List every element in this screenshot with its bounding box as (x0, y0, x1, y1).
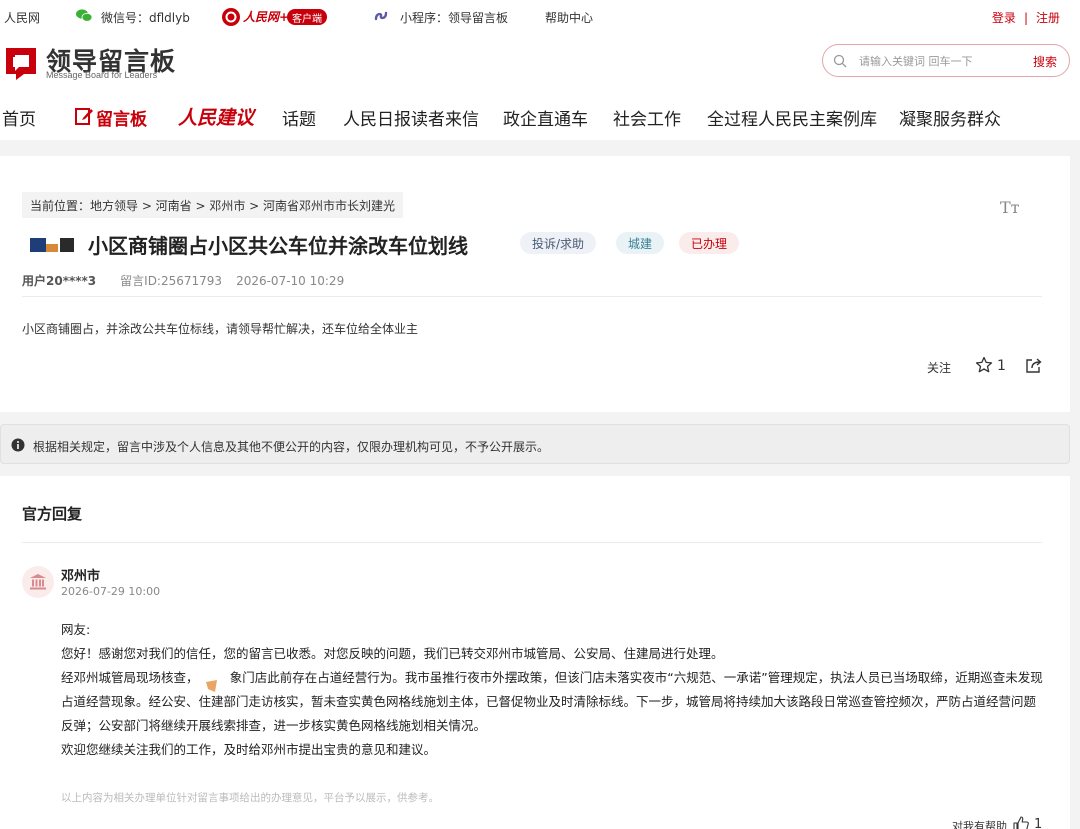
reply-paragraph: 欢迎您继续关注我们的工作，及时给邓州市提出宝贵的意见和建议。 (61, 742, 437, 757)
nav-message-board[interactable]: 留言板 (96, 105, 147, 130)
tag-category: 投诉/求助 (520, 232, 597, 254)
divider (22, 542, 1042, 543)
search-box: 搜索 (822, 44, 1070, 77)
top-bar: 人民网 微信号：dfldlyb 人民网+ 客户端 小程序：领导留言板 帮助中心 … (0, 0, 1080, 32)
miniprogram-icon (374, 11, 388, 21)
search-input[interactable] (859, 52, 1019, 70)
font-size-icon[interactable]: Tт (1000, 198, 1020, 217)
miniprogram-label: 小程序：领导留言板 (400, 11, 509, 25)
info-icon (11, 438, 25, 452)
register-link[interactable]: 注册 (1036, 9, 1060, 26)
divider (22, 296, 1042, 297)
nav-topics[interactable]: 话题 (282, 105, 316, 130)
nav-people-suggestion[interactable]: 人民建议 (178, 103, 254, 130)
thumbs-up-icon[interactable] (1013, 816, 1029, 829)
breadcrumb: 当前位置：地方领导 > 河南省 > 邓州市 > 河南省邓州市市长刘建光 (22, 192, 404, 218)
search-button[interactable]: 搜索 (1033, 53, 1057, 70)
redacted-image (30, 236, 84, 252)
message-datetime: 2026-07-10 10:29 (236, 274, 345, 288)
nav-social-work[interactable]: 社会工作 (613, 105, 681, 130)
message-id: 留言ID:25671793 (120, 274, 223, 288)
notice-text: 根据相关规定，留言中涉及个人信息及其他不便公开的内容，仅限办理机构可见，不予公开… (33, 440, 550, 454)
status-badge: 已办理 (679, 232, 740, 254)
reply-paragraph: 您好！感谢您对我们的信任，您的留言已收悉。对您反映的问题，我们已转交邓州市城管局… (61, 646, 724, 661)
official-reply: 官方回复 邓州市 2026-07-29 10:00 网友: 您好！感谢您对我们的… (0, 476, 1070, 829)
rmw-client-badge: 客户端 (287, 9, 327, 25)
user-name: 用户20****3 (22, 274, 97, 288)
reply-paragraph: 经邓州城管局现场核查， 象门店此前存在占道经营行为。我市虽推行夜市外摆政策，但该… (61, 670, 1043, 733)
nav-democracy-cases[interactable]: 全过程人民民主案例库 (707, 105, 877, 130)
reply-org: 邓州市 (61, 569, 101, 584)
wechat-id: 微信号：dfldlyb (101, 11, 190, 25)
main-nav: 首页 留言板 人民建议 话题 人民日报读者来信 政企直通车 社会工作 全过程人民… (0, 102, 1080, 132)
rmw-logo-icon (222, 8, 240, 26)
star-count: 1 (997, 358, 1006, 374)
help-center-link[interactable]: 帮助中心 (545, 9, 593, 26)
privacy-notice: 根据相关规定，留言中涉及个人信息及其他不便公开的内容，仅限办理机构可见，不予公开… (0, 424, 1070, 464)
tag-domain: 城建 (616, 232, 665, 254)
nav-serve-people[interactable]: 凝聚服务群众 (899, 105, 1001, 130)
reply-disclaimer: 以上内容为相关办理单位针对留言事项给出的办理意见，平台予以展示，供参考。 (61, 792, 439, 804)
redaction-mark (206, 680, 217, 692)
rmw-client-link[interactable]: 人民网+ 客户端 (221, 7, 327, 27)
avatar (22, 566, 54, 598)
site-link[interactable]: 人民网 (4, 9, 40, 26)
nav-readers-letters[interactable]: 人民日报读者来信 (343, 105, 479, 130)
logo-icon[interactable] (2, 44, 40, 80)
message-card: 当前位置：地方领导 > 河南省 > 邓州市 > 河南省邓州市市长刘建光 Tт 小… (0, 156, 1070, 412)
pen-icon (75, 108, 93, 125)
reply-time: 2026-07-29 10:00 (61, 585, 161, 598)
message-content: 小区商铺圈占，并涂改公共车位标线，请领导帮忙解决，还车位给全体业主 (22, 322, 419, 336)
nav-home[interactable]: 首页 (2, 105, 36, 130)
star-icon[interactable] (975, 356, 993, 374)
reply-greeting: 网友: (61, 622, 91, 637)
nav-gov-business[interactable]: 政企直通车 (503, 105, 588, 130)
logo-subtitle: Message Board for Leaders (46, 70, 158, 80)
search-icon (833, 54, 847, 68)
auth-divider: | (1023, 11, 1028, 25)
share-icon[interactable] (1025, 357, 1042, 374)
auth-links: 登录 | 注册 (992, 9, 1060, 26)
helpful-label[interactable]: 对我有帮助 (952, 818, 1007, 829)
message-meta: 用户20****3 留言ID:25671793 2026-07-10 10:29 (22, 272, 344, 289)
login-link[interactable]: 登录 (992, 9, 1016, 26)
wechat-icon (76, 9, 92, 22)
helpful-count: 1 (1034, 817, 1043, 829)
rmw-client-name: 人民网+ (243, 10, 290, 24)
header: 领导留言板 Message Board for Leaders 搜索 首页 留言… (0, 32, 1080, 140)
reply-section-title: 官方回复 (22, 505, 83, 523)
government-building-icon (30, 574, 46, 590)
message-title: 小区商铺圈占小区共公车位并涂改车位划线 (88, 234, 468, 258)
follow-button[interactable]: 关注 (927, 359, 951, 376)
